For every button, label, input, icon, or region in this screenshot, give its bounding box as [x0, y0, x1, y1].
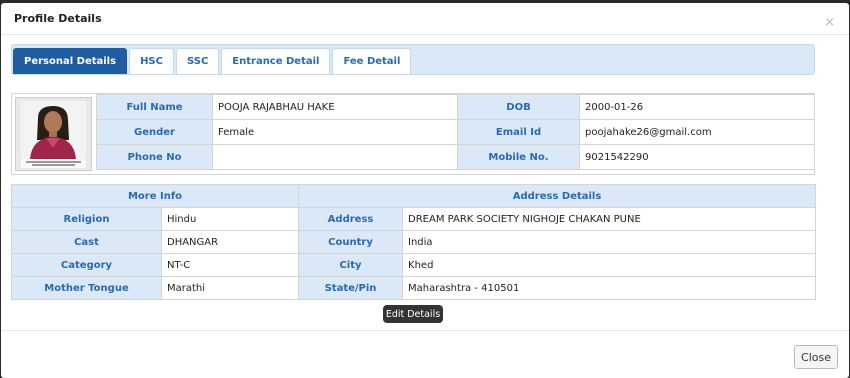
category-value: NT-C: [160, 253, 300, 277]
edit-details-button[interactable]: Edit Details: [383, 305, 443, 323]
table-row: Gender Female Email Id poojahake26@gmail…: [96, 119, 815, 145]
tab-personal-details[interactable]: Personal Details: [13, 48, 128, 74]
modal-header: Profile Details ×: [1, 3, 849, 35]
gender-value: Female: [212, 119, 458, 145]
table-header-row: More Info Address Details: [10, 184, 817, 208]
full-name-value: POOJA RAJABHAU HAKE: [212, 94, 458, 120]
more-info-header: More Info: [10, 184, 300, 208]
table-row: Mother Tongue Marathi State/Pin Maharash…: [11, 276, 817, 300]
table-row: Full Name POOJA RAJABHAU HAKE DOB 2000-0…: [96, 94, 815, 120]
personal-details-panel: Full Name POOJA RAJABHAU HAKE DOB 2000-0…: [11, 93, 815, 175]
modal-footer: Close: [1, 330, 849, 378]
tab-bar: Personal Details HSC SSC Entrance Detail…: [11, 44, 815, 75]
email-value: poojahake26@gmail.com: [579, 119, 815, 145]
mobile-label: Mobile No.: [457, 144, 580, 170]
gender-label: Gender: [96, 119, 213, 145]
email-label: Email Id: [457, 119, 580, 145]
mother-tongue-value: Marathi: [160, 276, 300, 300]
state-pin-label: State/Pin: [298, 276, 404, 300]
student-photo: [15, 97, 92, 171]
modal-title: Profile Details: [14, 12, 102, 25]
mother-tongue-label: Mother Tongue: [11, 276, 162, 300]
close-button[interactable]: Close: [794, 345, 838, 369]
address-value: DREAM PARK SOCIETY NIGHOJE CHAKAN PUNE: [402, 207, 817, 231]
table-row: Religion Hindu Address DREAM PARK SOCIET…: [11, 207, 817, 231]
city-label: City: [298, 253, 404, 277]
address-label: Address: [298, 207, 404, 231]
country-label: Country: [298, 230, 404, 254]
address-details-header: Address Details: [298, 184, 817, 208]
cast-label: Cast: [11, 230, 162, 254]
country-value: India: [402, 230, 817, 254]
cast-value: DHANGAR: [160, 230, 300, 254]
religion-label: Religion: [11, 207, 162, 231]
tab-entrance-detail[interactable]: Entrance Detail: [221, 48, 331, 74]
mobile-value: 9021542290: [579, 144, 815, 170]
full-name-label: Full Name: [96, 94, 213, 120]
dob-label: DOB: [457, 94, 580, 120]
phone-label: Phone No: [96, 144, 213, 170]
close-icon[interactable]: ×: [824, 16, 835, 29]
table-row: Category NT-C City Khed: [11, 253, 817, 277]
table-row: Cast DHANGAR Country India: [11, 230, 817, 254]
profile-details-modal: Profile Details × Personal Details HSC S…: [1, 3, 849, 378]
religion-value: Hindu: [160, 207, 300, 231]
state-pin-value: Maharashtra - 410501: [402, 276, 817, 300]
tab-fee-detail[interactable]: Fee Detail: [332, 48, 412, 74]
student-photo-icon: [16, 98, 91, 170]
table-row: Phone No Mobile No. 9021542290: [96, 144, 815, 170]
more-info-address-table: More Info Address Details Religion Hindu…: [10, 184, 817, 300]
tab-hsc[interactable]: HSC: [129, 48, 174, 74]
tab-ssc[interactable]: SSC: [175, 48, 220, 74]
category-label: Category: [11, 253, 162, 277]
city-value: Khed: [402, 253, 817, 277]
dob-value: 2000-01-26: [579, 94, 815, 120]
personal-info-table: Full Name POOJA RAJABHAU HAKE DOB 2000-0…: [96, 94, 815, 170]
phone-value: [212, 144, 458, 170]
